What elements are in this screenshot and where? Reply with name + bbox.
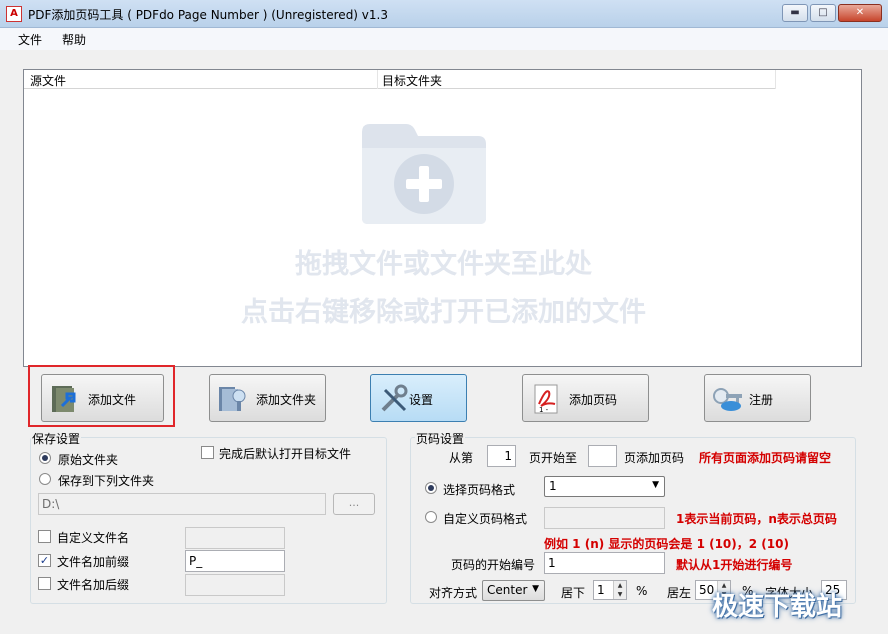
site-watermark: 极速下载站 — [712, 592, 843, 622]
add-page-number-label: 添加页码 — [569, 393, 618, 407]
bottom-label: 居下 — [561, 586, 586, 600]
align-select[interactable]: Center ▼ — [482, 580, 545, 601]
custom-filename-checkbox[interactable] — [38, 530, 51, 543]
add-file-label: 添加文件 — [88, 393, 137, 407]
menu-help[interactable]: 帮助 — [62, 31, 86, 48]
open-after-checkbox[interactable] — [201, 446, 214, 459]
save-to-folder-radio[interactable] — [39, 473, 51, 485]
settings-button[interactable]: 设置 — [370, 374, 467, 422]
left-label: 居左 — [667, 586, 692, 600]
folder-path-field[interactable]: D:\ — [38, 493, 326, 515]
chevron-down-icon: ▼ — [652, 480, 659, 490]
file-list[interactable]: 源文件 目标文件夹 拖拽文件或文件夹至此处 点击右键移除或打开已添加的文件 — [23, 69, 862, 367]
start-number-label: 页码的开始编号 — [451, 558, 536, 572]
window-title: PDF添加页码工具 ( PDFdo Page Number ) (Unregis… — [28, 8, 388, 22]
pdf-page-number-icon: 1 - — [534, 384, 558, 414]
page-format-value: 1 — [549, 479, 557, 493]
custom-filename-field[interactable] — [185, 527, 285, 549]
column-source-file[interactable]: 源文件 — [30, 72, 66, 89]
close-button[interactable]: ✕ — [838, 4, 882, 22]
add-suffix-checkbox[interactable] — [38, 577, 51, 590]
bottom-value: 1 — [597, 583, 605, 597]
maximize-button[interactable]: □ — [810, 4, 836, 22]
pdf-icon: A — [6, 6, 22, 22]
context-menu-hint: 点击右键移除或打开已添加的文件 — [241, 297, 646, 328]
menu-file[interactable]: 文件 — [18, 31, 42, 48]
bottom-percent: % — [636, 584, 648, 598]
add-file-button[interactable]: 添加文件 — [41, 374, 164, 422]
from-page-field[interactable]: 1 — [487, 445, 516, 467]
custom-format-field[interactable] — [544, 507, 665, 529]
add-suffix-label: 文件名加后缀 — [57, 578, 130, 592]
list-header: 源文件 目标文件夹 — [24, 70, 776, 89]
page-format-select[interactable]: 1 ▼ — [544, 476, 665, 497]
register-button[interactable]: 注册 — [704, 374, 811, 422]
save-settings-title: 保存设置 — [31, 430, 82, 447]
add-page-number-button[interactable]: 1 - 添加页码 — [522, 374, 649, 422]
prefix-field[interactable]: P_ — [185, 550, 285, 572]
svg-text:1 -: 1 - — [539, 406, 549, 414]
from-label: 从第 — [449, 451, 474, 465]
custom-format-label: 自定义页码格式 — [443, 512, 528, 526]
browse-button[interactable]: ... — [333, 493, 375, 515]
custom-filename-label: 自定义文件名 — [57, 531, 130, 545]
start-to-label: 页开始至 — [529, 451, 578, 465]
key-icon — [713, 388, 742, 411]
chevron-down-icon: ▼ — [532, 584, 539, 594]
open-after-label: 完成后默认打开目标文件 — [219, 447, 352, 461]
add-folder-button[interactable]: 添加文件夹 — [209, 374, 326, 422]
add-folder-icon — [362, 124, 486, 224]
save-to-folder-label: 保存到下列文件夹 — [58, 474, 155, 488]
original-folder-radio[interactable] — [39, 452, 51, 464]
tools-icon — [381, 384, 408, 412]
add-folder-label: 添加文件夹 — [256, 393, 317, 407]
start-number-field[interactable]: 1 — [544, 552, 665, 574]
column-separator — [775, 70, 776, 89]
add-prefix-label: 文件名加前缀 — [57, 555, 130, 569]
column-target-folder[interactable]: 目标文件夹 — [382, 72, 442, 89]
window-controls: ▬ □ ✕ — [782, 4, 882, 22]
custom-format-radio[interactable] — [425, 511, 437, 523]
original-folder-label: 原始文件夹 — [58, 453, 119, 467]
column-separator — [377, 70, 378, 89]
folder-icon — [219, 387, 246, 411]
spinner-arrows-icon[interactable]: ▲ ▼ — [613, 581, 626, 599]
select-format-radio[interactable] — [425, 482, 437, 494]
menu-bar: 文件 帮助 — [0, 28, 888, 50]
bottom-spinner[interactable]: 1 ▲ ▼ — [593, 580, 627, 600]
to-page-field[interactable] — [588, 445, 617, 467]
format-hint-example: 例如 1 (n) 显示的页码会是 1 (10)，2 (10) — [544, 537, 789, 551]
start-number-hint: 默认从1开始进行编号 — [676, 558, 793, 572]
minimize-button[interactable]: ▬ — [782, 4, 808, 22]
add-page-number-suffix-label: 页添加页码 — [624, 451, 685, 465]
align-label: 对齐方式 — [429, 586, 478, 600]
page-settings-title: 页码设置 — [415, 430, 466, 447]
format-hint-current: 1表示当前页码，n表示总页码 — [676, 512, 837, 526]
select-format-label: 选择页码格式 — [443, 483, 516, 497]
title-bar: A PDF添加页码工具 ( PDFdo Page Number ) (Unreg… — [0, 0, 888, 28]
drag-hint: 拖拽文件或文件夹至此处 — [295, 249, 592, 280]
align-value: Center — [487, 583, 528, 597]
settings-label: 设置 — [409, 393, 434, 407]
all-pages-hint: 所有页面添加页码请留空 — [699, 451, 832, 465]
add-prefix-checkbox[interactable]: ✓ — [38, 554, 51, 567]
suffix-field[interactable] — [185, 574, 285, 596]
register-label: 注册 — [749, 393, 774, 407]
add-file-icon — [52, 386, 76, 412]
